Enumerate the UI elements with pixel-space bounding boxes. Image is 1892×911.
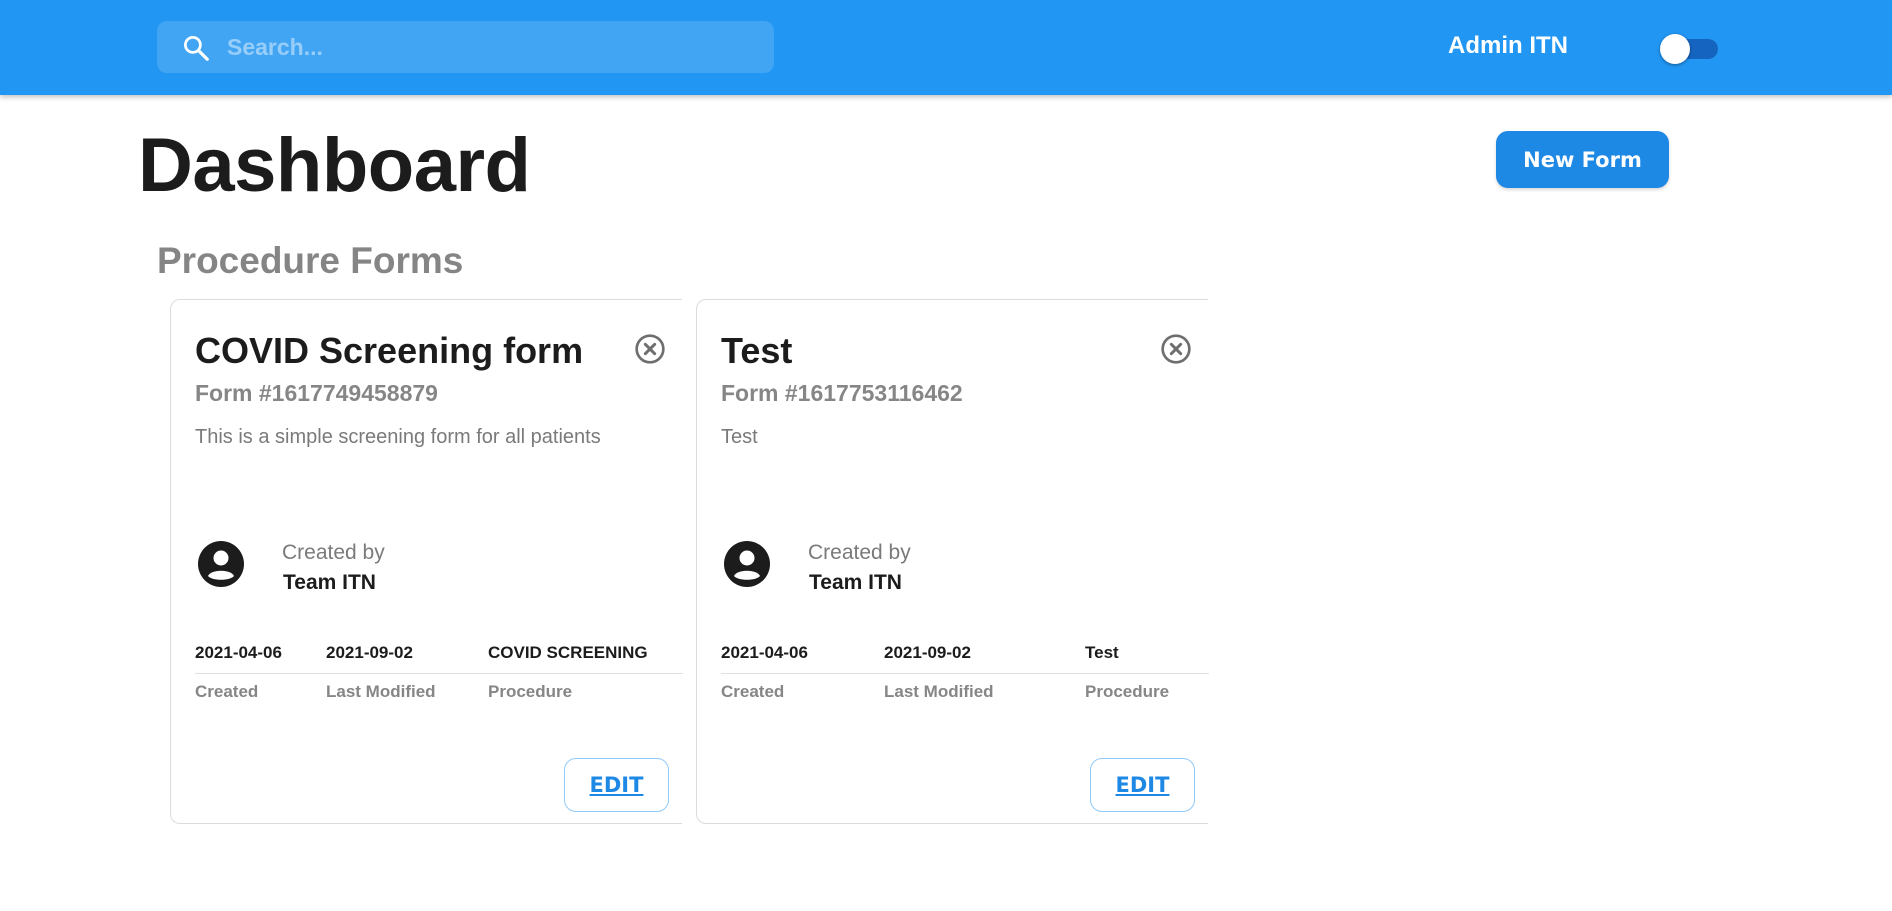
form-description: This is a simple screening form for all … [195,426,601,448]
created-by-name: Team ITN [809,571,902,594]
form-number: Form #1617753116462 [721,380,963,406]
card-title: Test [721,330,793,371]
last-modified-date: 2021-09-02 [326,643,413,662]
section-title: Procedure Forms [157,240,464,281]
divider [721,673,1209,674]
search-icon [184,36,209,61]
account-circle-icon [724,541,770,587]
search-box[interactable] [157,21,774,73]
divider [195,673,683,674]
procedure-value: COVID SCREENING [488,643,648,662]
close-circle-icon[interactable] [634,333,666,365]
procedure-label: Procedure [488,682,573,701]
procedure-value: Test [1085,643,1119,662]
created-by-caption: Created by [282,541,385,564]
created-by-caption: Created by [808,541,911,564]
last-modified-label: Last Modified [884,682,994,701]
app-bar: Admin ITN [0,0,1892,95]
account-circle-icon [198,541,244,587]
last-modified-label: Last Modified [326,682,436,701]
close-circle-icon[interactable] [1160,333,1192,365]
card-title: COVID Screening form [195,330,584,371]
edit-button[interactable]: EDIT [564,758,669,812]
form-number: Form #1617749458879 [195,380,438,406]
theme-toggle[interactable] [1660,30,1718,64]
last-modified-date: 2021-09-02 [884,643,971,662]
page-title: Dashboard [138,123,531,208]
created-date: 2021-04-06 [195,643,282,662]
edit-button[interactable]: EDIT [1090,758,1195,812]
form-card: Test Form #1617753116462 Test Created by… [696,299,1209,824]
search-input[interactable] [227,21,757,73]
form-description: Test [721,426,758,448]
created-label: Created [195,682,259,701]
toggle-thumb [1660,34,1690,64]
new-form-button[interactable]: New Form [1496,131,1669,188]
form-card: COVID Screening form Form #1617749458879… [170,299,683,824]
created-date: 2021-04-06 [721,643,808,662]
procedure-label: Procedure [1085,682,1170,701]
user-name: Admin ITN [1448,32,1568,59]
created-label: Created [721,682,785,701]
created-by-name: Team ITN [283,571,376,594]
